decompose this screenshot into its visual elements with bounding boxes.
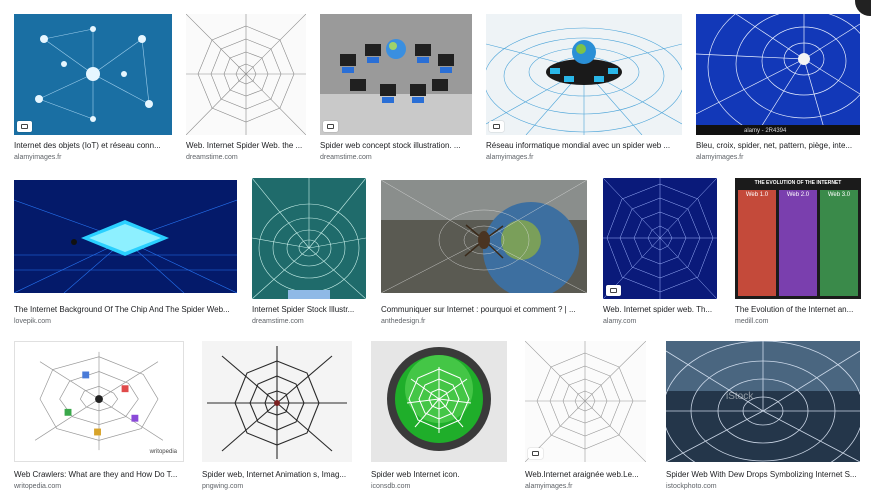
result-thumbnail[interactable]: [525, 341, 646, 462]
result-source[interactable]: istockphoto.com: [666, 482, 860, 491]
image-icon: [323, 121, 338, 132]
result-title[interactable]: Communiquer sur Internet : pourquoi et c…: [381, 305, 587, 315]
web-1-column: [738, 190, 776, 296]
result-thumbnail[interactable]: [320, 14, 472, 135]
result-title[interactable]: Web.Internet araignée web.Le...: [525, 470, 646, 480]
spider-web-icon-image: [371, 341, 507, 462]
result-source[interactable]: alamyimages.fr: [14, 153, 172, 162]
green-spider-web-image: [252, 178, 366, 299]
thin-spider-web-image: [525, 341, 646, 462]
result-card-15[interactable]: iStock Spider Web With Dew Drops Symboli…: [666, 341, 860, 493]
result-thumbnail[interactable]: [14, 180, 237, 293]
web-3-label: Web 3.0: [827, 192, 851, 198]
navy-spider-web-image: [603, 178, 717, 299]
result-title[interactable]: Internet Spider Stock Illustr...: [252, 305, 366, 315]
result-title[interactable]: Spider web Internet icon.: [371, 470, 507, 480]
result-thumbnail[interactable]: [14, 14, 172, 135]
result-thumbnail[interactable]: [371, 341, 507, 462]
watermark-text: alamy - 2R4394: [744, 128, 787, 134]
result-title[interactable]: Web Crawlers: What are they and How Do T…: [14, 470, 184, 480]
web-2-label: Web 2.0: [786, 192, 810, 198]
result-card-2[interactable]: Web. Internet Spider Web. the ... dreams…: [186, 14, 306, 162]
result-title[interactable]: Bleu, croix, spider, net, pattern, piège…: [696, 141, 860, 151]
result-card-8[interactable]: Communiquer sur Internet : pourquoi et c…: [381, 180, 587, 328]
result-card-14[interactable]: Web.Internet araignée web.Le... alamyima…: [525, 341, 646, 493]
result-thumbnail[interactable]: [252, 178, 366, 299]
result-title[interactable]: Spider web, Internet Animation s, Imag..…: [202, 470, 352, 480]
result-source[interactable]: medill.com: [735, 317, 861, 326]
chip-spider-web-image: [14, 180, 237, 293]
result-thumbnail[interactable]: [186, 14, 306, 135]
result-title[interactable]: Réseau informatique mondial avec un spid…: [486, 141, 682, 151]
result-source[interactable]: dreamstime.com: [252, 317, 366, 326]
result-source[interactable]: alamyimages.fr: [525, 482, 646, 491]
result-source[interactable]: writopedia.com: [14, 482, 184, 491]
image-icon: [606, 285, 621, 296]
dew-spider-web-image: [666, 341, 860, 462]
result-thumbnail[interactable]: alamy - 2R4394: [696, 14, 860, 135]
infographic-title: THE EVOLUTION OF THE INTERNET: [754, 180, 842, 186]
result-title[interactable]: Web. Internet Spider Web. the ...: [186, 141, 306, 151]
result-title[interactable]: Internet des objets (IoT) et réseau conn…: [14, 141, 172, 151]
result-title[interactable]: The Evolution of the Internet an...: [735, 305, 861, 315]
result-source[interactable]: alamyimages.fr: [696, 153, 860, 162]
result-card-10[interactable]: THE EVOLUTION OF THE INTERNET Web 1.0 We…: [735, 178, 861, 326]
spider-web-image: [186, 14, 306, 135]
image-icon: [528, 448, 543, 459]
result-source[interactable]: pngwing.com: [202, 482, 352, 491]
globe-spider-web-image: [486, 14, 682, 135]
iot-network-image: [14, 14, 172, 135]
result-thumbnail[interactable]: writopedia: [14, 341, 184, 462]
result-source[interactable]: iconsdb.com: [371, 482, 507, 491]
result-card-6[interactable]: The Internet Background Of The Chip And …: [14, 180, 237, 328]
result-card-3[interactable]: Spider web concept stock illustration. .…: [320, 14, 472, 162]
result-card-9[interactable]: Web. Internet spider web. Th... alamy.co…: [603, 178, 717, 326]
result-card-13[interactable]: Spider web Internet icon. iconsdb.com: [371, 341, 507, 493]
result-thumbnail[interactable]: [202, 341, 352, 462]
result-source[interactable]: dreamstime.com: [186, 153, 306, 162]
result-title[interactable]: Spider Web With Dew Drops Symbolizing In…: [666, 470, 860, 480]
web-crawlers-image: [15, 342, 183, 461]
result-title[interactable]: Spider web concept stock illustration. .…: [320, 141, 472, 151]
globe-spider-image: [381, 180, 587, 293]
computers-network-image: [320, 14, 472, 135]
watermark-text: iStock: [726, 391, 754, 402]
result-source[interactable]: anthedesign.fr: [381, 317, 587, 326]
result-source[interactable]: alamyimages.fr: [486, 153, 682, 162]
result-title[interactable]: The Internet Background Of The Chip And …: [14, 305, 237, 315]
result-card-1[interactable]: Internet des objets (IoT) et réseau conn…: [14, 14, 172, 162]
web-2-column: [779, 190, 817, 296]
site-logo: writopedia: [149, 449, 177, 455]
result-thumbnail[interactable]: THE EVOLUTION OF THE INTERNET Web 1.0 We…: [735, 178, 861, 299]
result-card-5[interactable]: alamy - 2R4394 Bleu, croix, spider, net,…: [696, 14, 860, 162]
blue-spider-web-image: [696, 14, 860, 135]
result-card-7[interactable]: Internet Spider Stock Illustr... dreamst…: [252, 178, 366, 326]
image-icon: [17, 121, 32, 132]
result-thumbnail[interactable]: [486, 14, 682, 135]
result-source[interactable]: lovepik.com: [14, 317, 237, 326]
web-1-label: Web 1.0: [745, 192, 769, 198]
result-card-4[interactable]: Réseau informatique mondial avec un spid…: [486, 14, 682, 162]
result-thumbnail[interactable]: [603, 178, 717, 299]
black-spider-web-image: [202, 341, 352, 462]
result-thumbnail[interactable]: [381, 180, 587, 293]
result-card-12[interactable]: Spider web, Internet Animation s, Imag..…: [202, 341, 352, 493]
result-source[interactable]: dreamstime.com: [320, 153, 472, 162]
result-title[interactable]: Web. Internet spider web. Th...: [603, 305, 717, 315]
result-thumbnail[interactable]: iStock: [666, 341, 860, 462]
result-card-11[interactable]: writopedia Web Crawlers: What are they a…: [14, 341, 184, 493]
image-icon: [489, 121, 504, 132]
result-source[interactable]: alamy.com: [603, 317, 717, 326]
web-3-column: [820, 190, 858, 296]
